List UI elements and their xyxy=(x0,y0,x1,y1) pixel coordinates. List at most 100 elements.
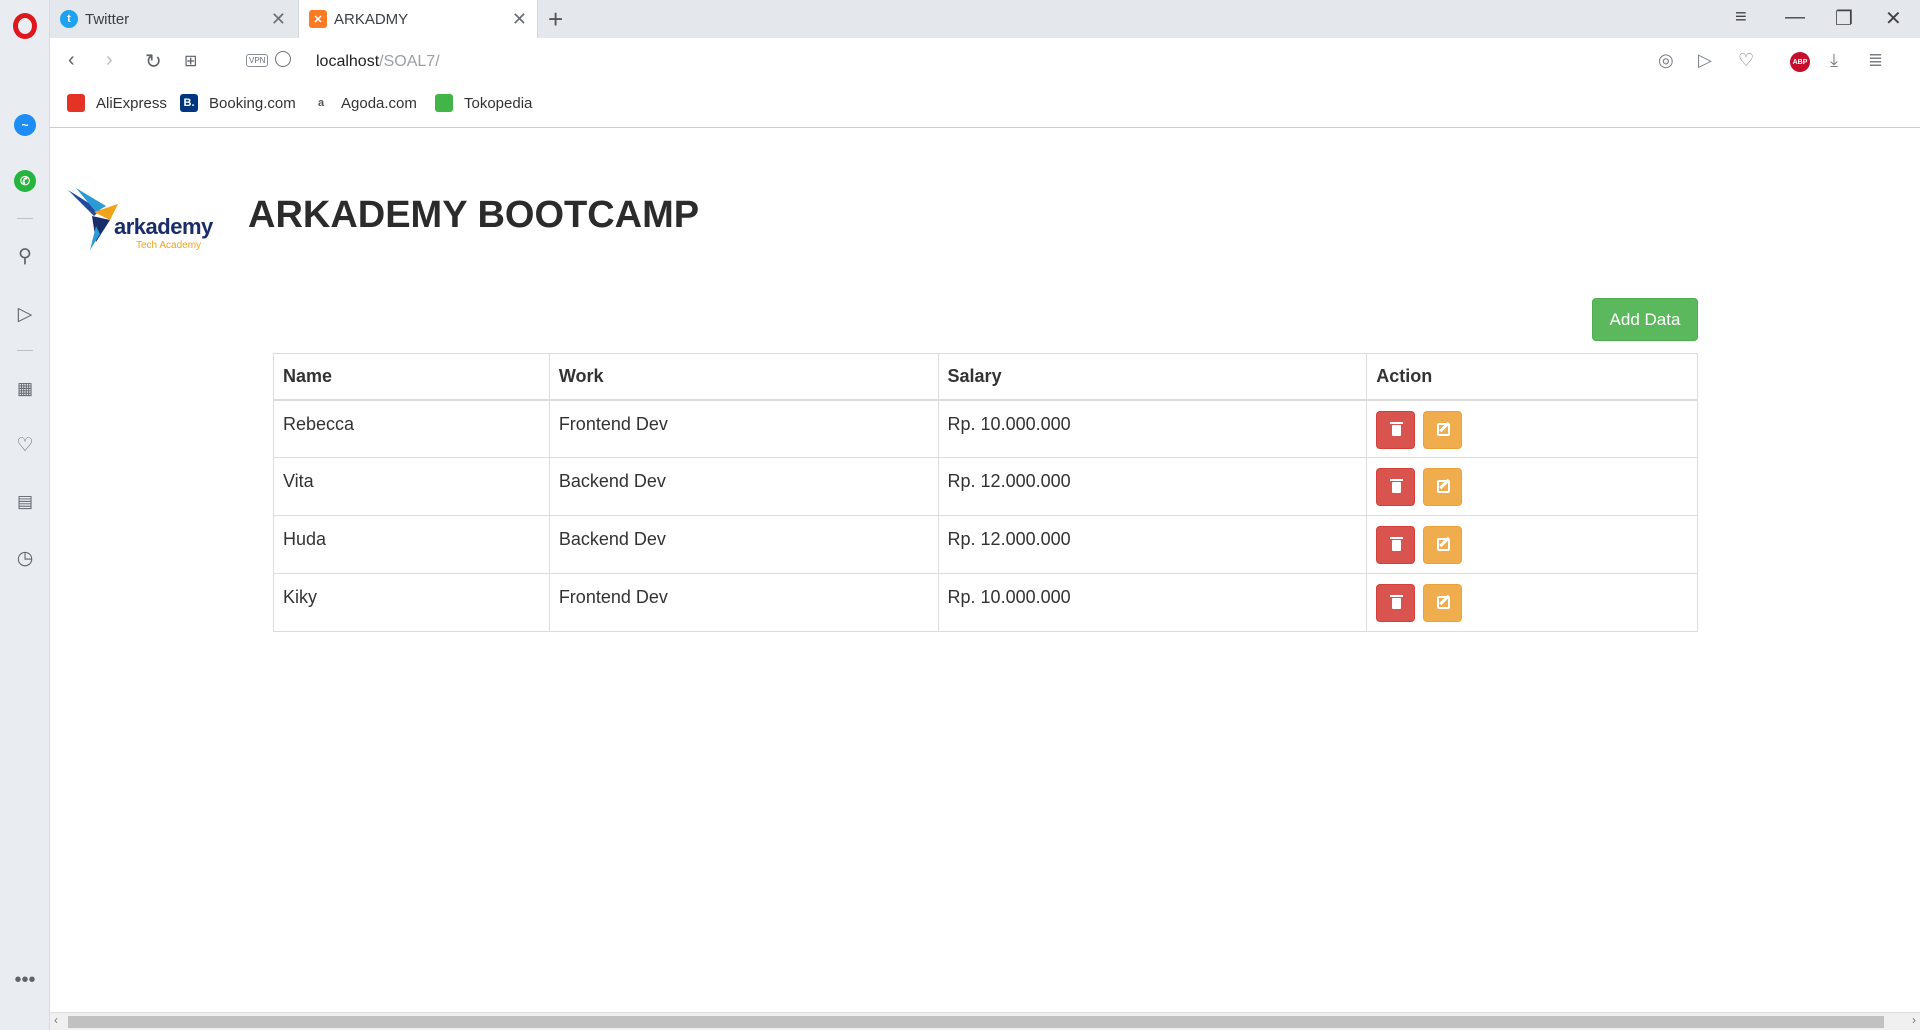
close-icon[interactable]: ✕ xyxy=(271,9,286,30)
opera-menu-button[interactable] xyxy=(0,8,50,44)
scroll-right-icon[interactable]: › xyxy=(1912,1013,1916,1027)
back-button[interactable]: ‹ xyxy=(68,49,75,72)
close-icon: ✕ xyxy=(1885,8,1902,30)
column-header-name: Name xyxy=(273,353,550,401)
send-page-button[interactable]: ▷ xyxy=(1698,50,1712,71)
cell-name: Huda xyxy=(273,515,550,574)
send-button[interactable]: ▷ xyxy=(0,296,50,332)
search-button[interactable]: ⚲ xyxy=(0,238,50,274)
vpn-badge[interactable]: VPN xyxy=(246,54,269,67)
cell-name: Kiky xyxy=(273,573,550,632)
delete-button[interactable] xyxy=(1376,410,1416,449)
bookmarks-button[interactable]: ♡ xyxy=(0,427,50,463)
bookmark-booking[interactable]: B. Booking.com xyxy=(180,94,296,112)
logo-tagline: Tech Academy xyxy=(136,240,202,251)
scrollbar-thumb[interactable] xyxy=(68,1016,1884,1028)
twitter-icon: t xyxy=(60,10,78,28)
close-window-button[interactable]: ✕ xyxy=(1885,6,1902,31)
address-toolbar: ‹ › ↻ ⊞ VPN localhost/SOAL7/ ◎ ▷ ♡ ABP ⤓… xyxy=(50,38,1920,84)
camera-icon: ◎ xyxy=(1658,50,1674,70)
bookmark-aliexpress[interactable]: AliExpress xyxy=(67,94,167,112)
cell-work: Backend Dev xyxy=(548,515,939,574)
cell-work: Frontend Dev xyxy=(548,399,939,458)
bookmarks-bar: AliExpress B. Booking.com a Agoda.com To… xyxy=(50,84,1920,128)
tab-title: Twitter xyxy=(85,10,130,28)
table-row: Kiky Frontend Dev Rp. 10.000.000 xyxy=(273,573,1698,632)
minimize-icon: — xyxy=(1785,6,1805,28)
sidebar-more-button[interactable]: ••• xyxy=(0,962,50,998)
more-icon: ••• xyxy=(14,968,36,991)
cell-salary: Rp. 12.000.000 xyxy=(937,515,1368,574)
delete-button[interactable] xyxy=(1376,584,1416,622)
cell-work: Frontend Dev xyxy=(548,573,939,632)
edit-button[interactable] xyxy=(1423,410,1463,449)
page-content: arkademy Tech Academy ARKADEMY BOOTCAMP … xyxy=(50,128,1920,1012)
cell-salary: Rp. 10.000.000 xyxy=(937,399,1368,458)
reload-icon: ↻ xyxy=(145,51,162,73)
address-field[interactable]: localhost/SOAL7/ xyxy=(316,53,440,71)
trash-icon xyxy=(1390,537,1404,551)
minimize-button[interactable]: — xyxy=(1785,6,1805,29)
url-host: localhost xyxy=(316,53,380,70)
delete-button[interactable] xyxy=(1376,468,1416,506)
news-button[interactable]: ▤ xyxy=(0,484,50,520)
table-header-row: Name Work Salary Action xyxy=(273,353,1698,401)
reload-button[interactable]: ↻ xyxy=(145,49,162,74)
whatsapp-button[interactable]: ✆ xyxy=(0,163,50,199)
tokopedia-icon xyxy=(435,94,453,112)
bookmark-tokopedia[interactable]: Tokopedia xyxy=(435,94,532,112)
delete-button[interactable] xyxy=(1376,526,1416,564)
restore-button[interactable]: ❐ xyxy=(1835,6,1853,31)
aliexpress-icon xyxy=(67,94,85,112)
edit-button[interactable] xyxy=(1423,526,1463,564)
tabs-overview-button[interactable]: ⊞ xyxy=(184,51,197,71)
add-data-button[interactable]: Add Data xyxy=(1592,298,1698,341)
url-path: /SOAL7/ xyxy=(379,53,440,70)
speed-dial-button[interactable]: ▦ xyxy=(0,371,50,407)
column-header-action: Action xyxy=(1366,353,1698,401)
grid-icon: ⊞ xyxy=(184,53,198,70)
adblock-plus-icon[interactable]: ABP xyxy=(1790,52,1810,72)
whatsapp-icon: ✆ xyxy=(14,170,36,192)
sidebar-divider xyxy=(17,350,33,351)
new-tab-button[interactable]: + xyxy=(548,4,563,35)
opera-logo-icon xyxy=(13,13,37,39)
heart-icon: ♡ xyxy=(1738,50,1755,70)
bookmark-page-button[interactable]: ♡ xyxy=(1738,50,1754,71)
edit-button[interactable] xyxy=(1423,468,1463,506)
column-header-work: Work xyxy=(548,353,939,401)
tab-menu-button[interactable]: ≡ xyxy=(1735,6,1747,29)
trash-icon xyxy=(1390,479,1404,493)
page-title: ARKADEMY BOOTCAMP xyxy=(248,194,699,237)
cell-action xyxy=(1366,573,1698,632)
clock-icon: ◷ xyxy=(16,547,34,569)
edit-button[interactable] xyxy=(1423,584,1463,622)
send-icon: ▷ xyxy=(1698,50,1712,70)
forward-button[interactable]: › xyxy=(106,49,113,72)
easy-setup-button[interactable]: ≣ xyxy=(1868,50,1883,71)
snapshot-button[interactable]: ◎ xyxy=(1658,50,1674,71)
cell-salary: Rp. 12.000.000 xyxy=(937,457,1368,516)
tab-arkadmy[interactable]: ✕ ARKADMY ✕ xyxy=(298,0,538,38)
tab-twitter[interactable]: t Twitter ✕ xyxy=(50,0,296,38)
close-icon[interactable]: ✕ xyxy=(512,9,527,30)
cell-action xyxy=(1366,399,1698,458)
table-row: Vita Backend Dev Rp. 12.000.000 xyxy=(273,457,1698,516)
edit-icon xyxy=(1437,596,1451,609)
news-icon: ▤ xyxy=(16,492,34,511)
bookmark-label: Agoda.com xyxy=(341,94,417,112)
employee-table: Name Work Salary Action Rebecca Frontend… xyxy=(273,353,1698,632)
messenger-button[interactable]: ~ xyxy=(0,107,50,143)
horizontal-scrollbar[interactable]: ‹ › xyxy=(50,1012,1920,1030)
forward-icon: › xyxy=(106,49,113,71)
bookmark-label: AliExpress xyxy=(96,94,167,112)
bookmark-agoda[interactable]: a Agoda.com xyxy=(312,94,417,112)
search-icon: ⚲ xyxy=(18,245,32,267)
downloads-button[interactable]: ⤓ xyxy=(1830,50,1838,71)
page-title-bold: BOOTCAMP xyxy=(477,194,700,236)
grid-icon: ▦ xyxy=(16,379,34,398)
back-icon: ‹ xyxy=(68,49,75,71)
globe-icon[interactable] xyxy=(275,51,291,67)
scroll-left-icon[interactable]: ‹ xyxy=(54,1013,58,1027)
history-button[interactable]: ◷ xyxy=(0,540,50,576)
